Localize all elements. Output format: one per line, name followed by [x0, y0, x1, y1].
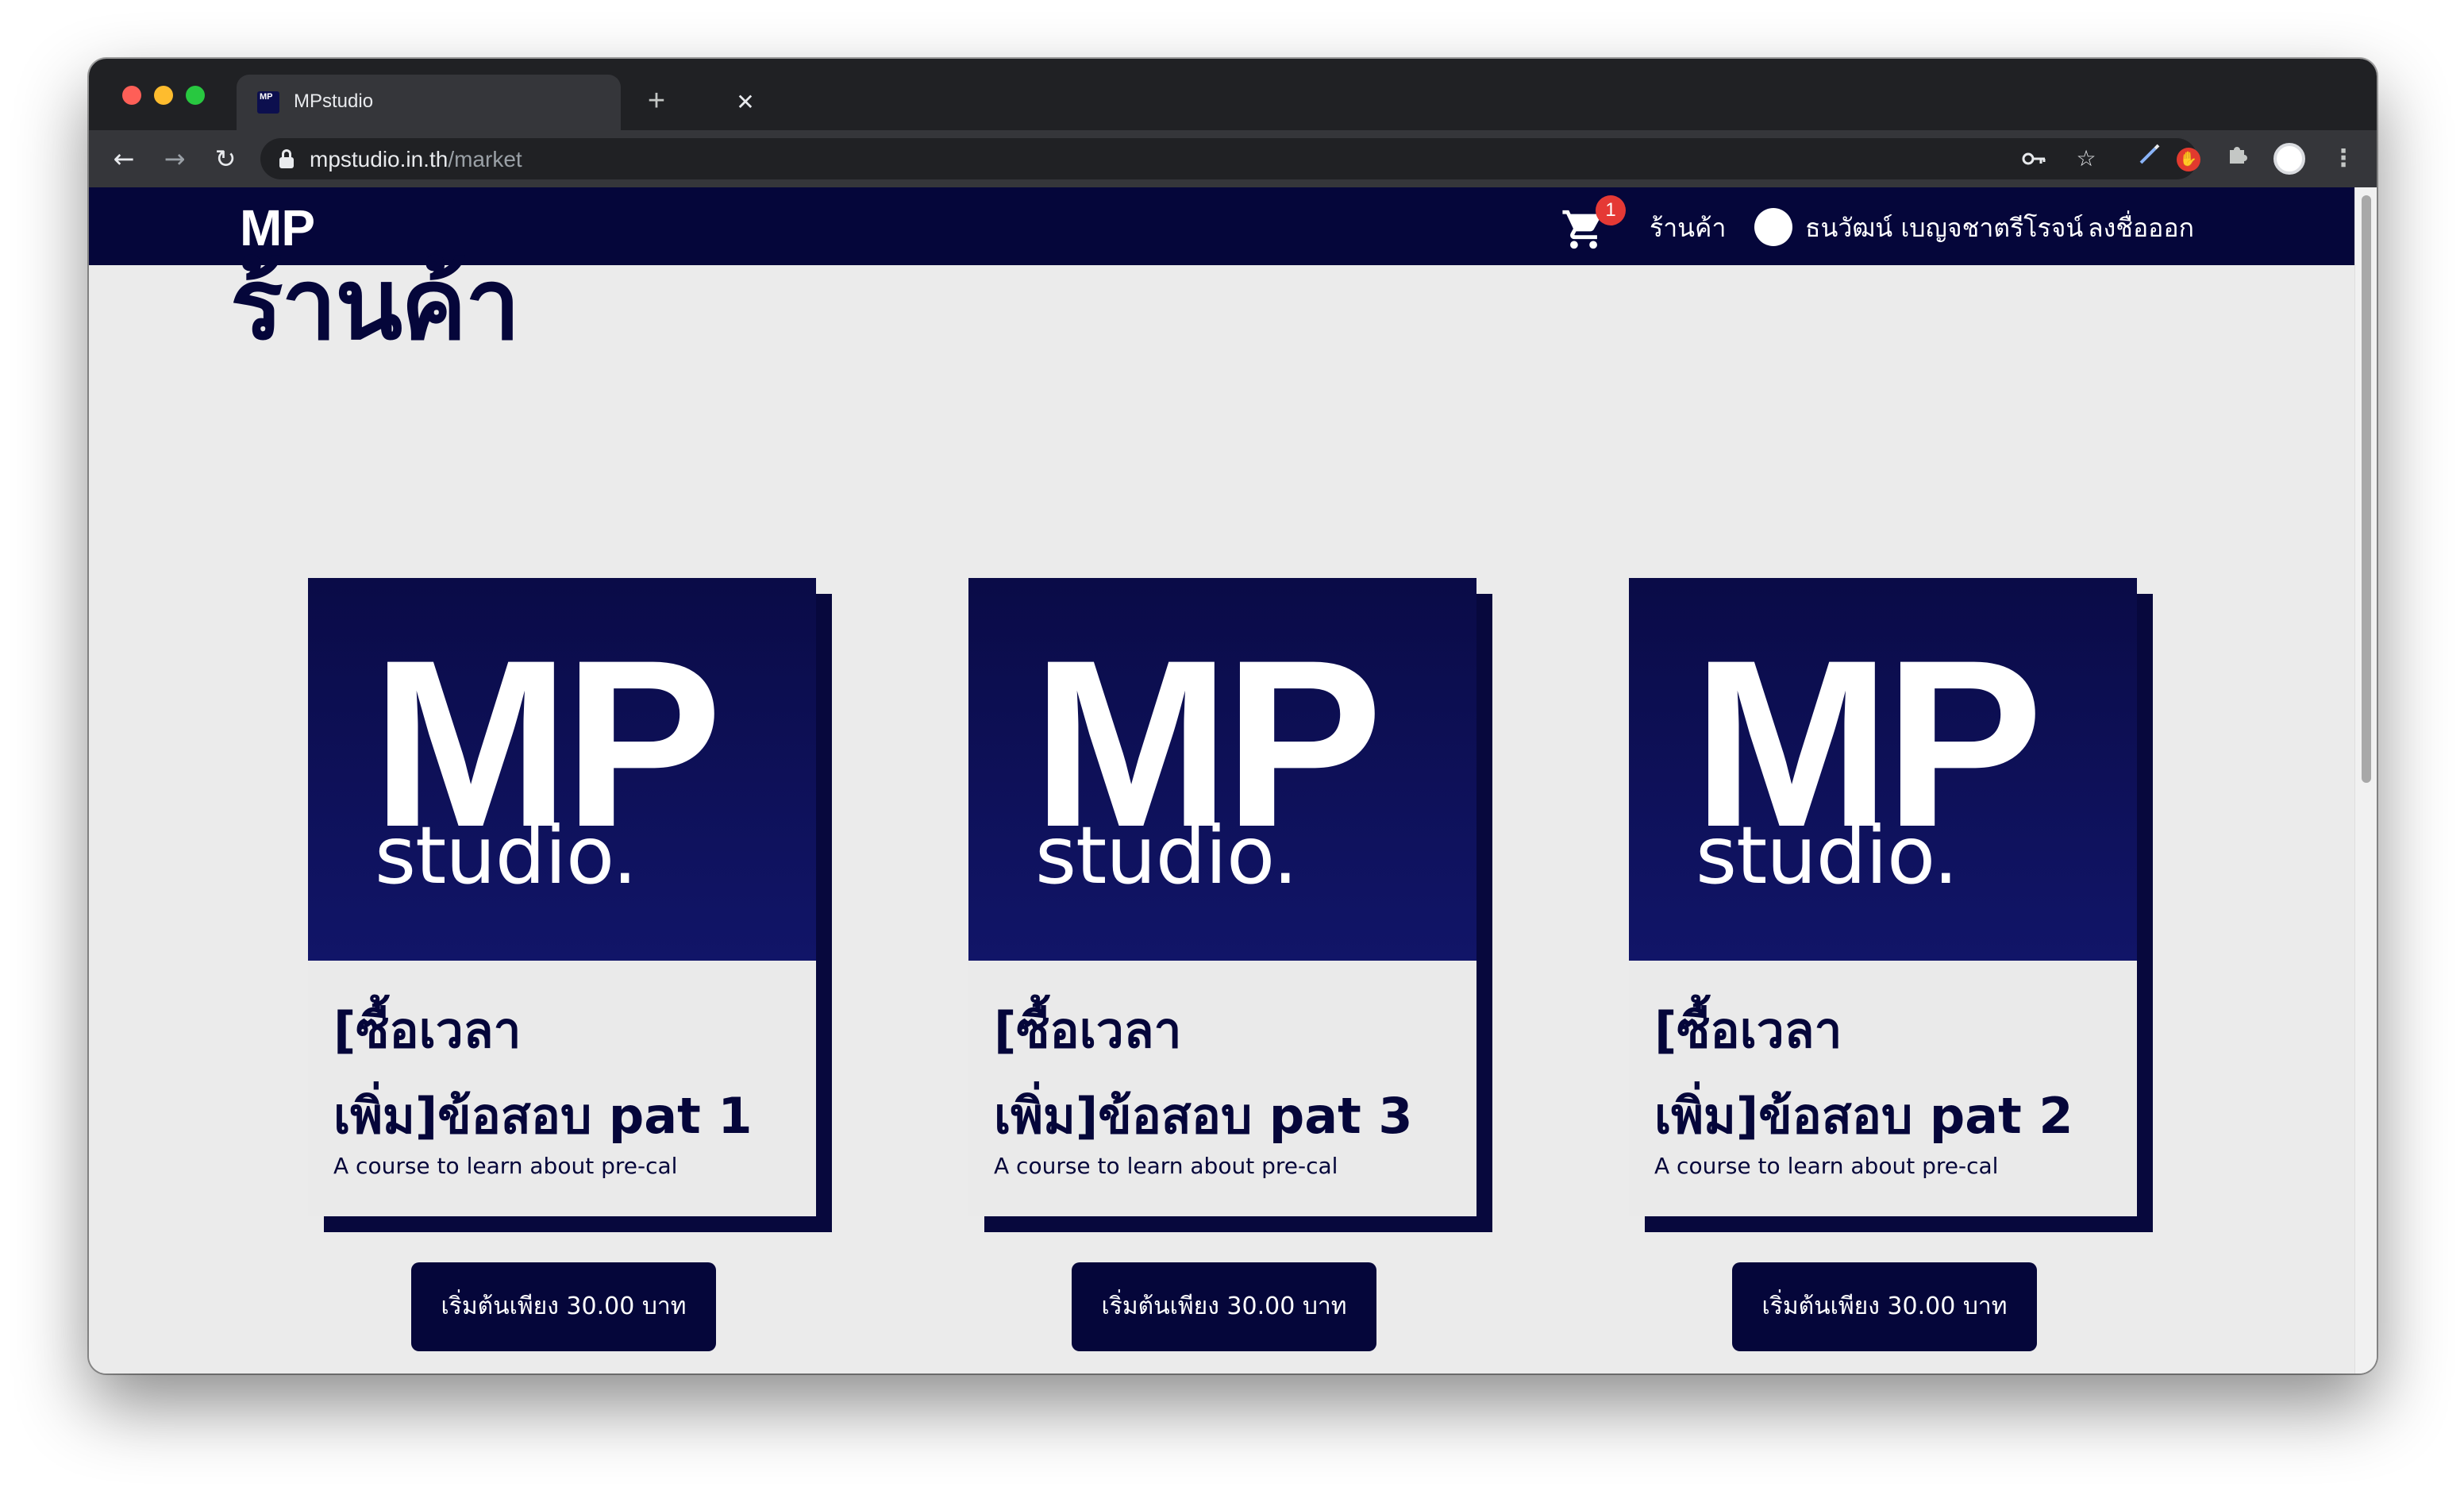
nav-link-logout[interactable]: ลงชื่อออก: [2088, 208, 2194, 248]
product-title: [ซื้อเวลา เพิ่ม]ข้อสอบ pat 3: [994, 988, 1454, 1159]
product-title: [ซื้อเวลา เพิ่ม]ข้อสอบ pat 2: [1654, 988, 2115, 1159]
new-tab-icon[interactable]: +: [637, 81, 676, 121]
back-arrow-icon[interactable]: ←: [105, 140, 143, 178]
browser-titlebar: MP MPstudio ✕ +: [89, 59, 2377, 130]
product-description: A course to learn about pre-cal: [994, 1153, 1338, 1179]
minimize-window-button[interactable]: [154, 86, 173, 105]
cart-count-badge: 1: [1596, 195, 1626, 225]
product-card-body[interactable]: MP studio. [ซื้อเวลา เพิ่ม]ข้อสอบ pat 1 …: [308, 578, 816, 1216]
close-window-button[interactable]: [122, 86, 141, 105]
tab-title: MPstudio: [294, 91, 374, 112]
key-icon[interactable]: [2019, 144, 2048, 173]
web-page: MP 1 ร้านค้า ธนวัฒน์ เบญจชาตรีโรจน์ ลงชื…: [89, 187, 2377, 1373]
profile-avatar-icon[interactable]: [2273, 143, 2305, 175]
url-host: mpstudio.in.th: [310, 147, 449, 171]
product-description: A course to learn about pre-cal: [333, 1153, 678, 1179]
product-title-line1: [ซื้อเวลา: [333, 1001, 522, 1059]
page-title: ร้านค้า: [230, 248, 521, 362]
product-image: MP studio.: [968, 578, 1476, 961]
scrollbar-thumb[interactable]: [2362, 195, 2371, 783]
bookmark-star-icon[interactable]: ☆: [2072, 144, 2100, 173]
page-scrollbar[interactable]: [2354, 187, 2377, 1373]
nav-user-name[interactable]: ธนวัฒน์ เบญจชาตรีโรจน์: [1805, 208, 2083, 248]
browser-window: MP MPstudio ✕ + ← → ↻ mpstudio.in.th/mar…: [89, 59, 2377, 1373]
forward-arrow-icon[interactable]: →: [156, 140, 194, 178]
product-title: [ซื้อเวลา เพิ่ม]ข้อสอบ pat 1: [333, 988, 794, 1159]
product-title-line2: เพิ่ม]ข้อสอบ pat 2: [1654, 1087, 2073, 1145]
product-image: MP studio.: [1629, 578, 2137, 961]
puzzle-extensions-icon[interactable]: [2220, 141, 2254, 176]
user-avatar[interactable]: [1754, 208, 1792, 246]
product-title-line2: เพิ่ม]ข้อสอบ pat 3: [994, 1087, 1413, 1145]
nav-link-shop[interactable]: ร้านค้า: [1650, 208, 1726, 248]
pen-extension-icon[interactable]: [2132, 141, 2167, 176]
maximize-window-button[interactable]: [186, 86, 205, 105]
adblock-extension-icon[interactable]: ✋: [2177, 148, 2200, 171]
url-text[interactable]: mpstudio.in.th/market: [310, 147, 522, 172]
tab-close-icon[interactable]: ✕: [727, 84, 764, 121]
product-card-body[interactable]: MP studio. [ซื้อเวลา เพิ่ม]ข้อสอบ pat 2 …: [1629, 578, 2137, 1216]
reload-icon[interactable]: ↻: [206, 140, 244, 178]
buy-button[interactable]: เริ่มต้นเพียง 30.00 บาท: [1072, 1262, 1376, 1351]
browser-tab-active[interactable]: MP MPstudio ✕: [237, 75, 755, 130]
lock-icon[interactable]: [279, 149, 294, 168]
product-image: MP studio.: [308, 578, 816, 961]
logo-studio-text: studio.: [1035, 809, 1298, 902]
product-title-line2: เพิ่ม]ข้อสอบ pat 1: [333, 1087, 753, 1145]
buy-button[interactable]: เริ่มต้นเพียง 30.00 บาท: [411, 1262, 716, 1351]
logo-studio-text: studio.: [1696, 809, 1958, 902]
product-title-line1: [ซื้อเวลา: [1654, 1001, 1842, 1059]
product-card-body[interactable]: MP studio. [ซื้อเวลา เพิ่ม]ข้อสอบ pat 3 …: [968, 578, 1476, 1216]
buy-button[interactable]: เริ่มต้นเพียง 30.00 บาท: [1732, 1262, 2037, 1351]
url-path: /market: [448, 147, 522, 171]
product-description: A course to learn about pre-cal: [1654, 1153, 1999, 1179]
logo-studio-text: studio.: [375, 809, 637, 902]
product-title-line1: [ซื้อเวลา: [994, 1001, 1182, 1059]
favicon-icon: MP: [257, 91, 279, 114]
browser-toolbar: ← → ↻ mpstudio.in.th/market ☆ ✋ ⋮: [89, 130, 2377, 187]
address-bar[interactable]: mpstudio.in.th/market ☆: [260, 138, 2197, 179]
kebab-menu-icon[interactable]: ⋮: [2327, 141, 2359, 176]
